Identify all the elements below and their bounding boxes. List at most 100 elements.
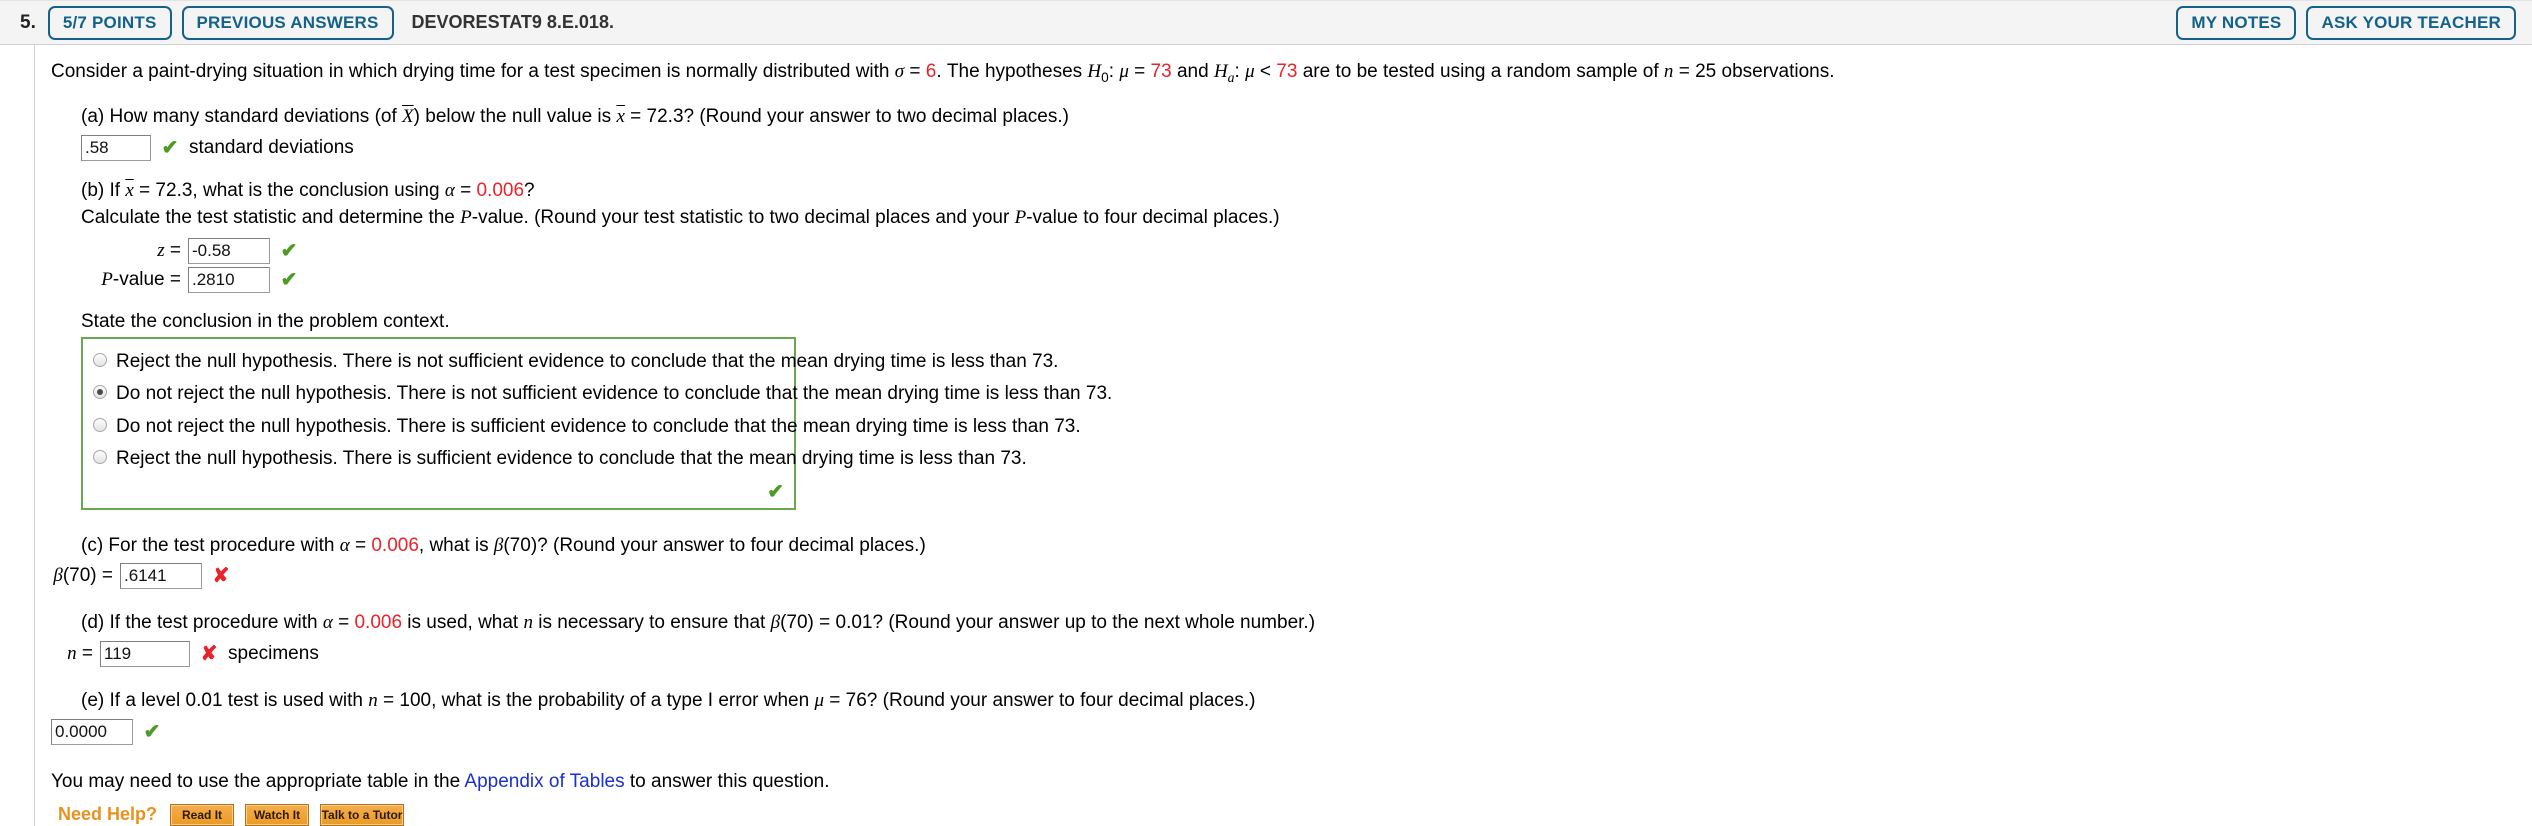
- points-badge[interactable]: 5/7 POINTS: [47, 5, 172, 40]
- part-b-z-input[interactable]: [188, 237, 270, 264]
- part-e-answer-row: ✔: [51, 718, 2532, 745]
- radio-icon-3[interactable]: [93, 417, 107, 432]
- part-e-text-mid: = 100, what is the probability of a type…: [377, 690, 815, 711]
- alpha-value-c: 0.006: [371, 534, 419, 556]
- ha-symbol: H: [1213, 61, 1228, 82]
- part-d-text-pre: (d) If the test procedure with: [81, 612, 323, 634]
- my-notes-button[interactable]: MY NOTES: [2176, 5, 2297, 40]
- sigma-equals: =: [904, 61, 926, 82]
- part-d-unit-label: specimens: [228, 643, 319, 664]
- z-label: z: [157, 239, 165, 261]
- choice-label-1: Reject the null hypothesis. There is not…: [116, 350, 1059, 372]
- p-italic-2: P: [1014, 207, 1027, 229]
- conclusion-choice-box: Reject the null hypothesis. There is not…: [81, 336, 1112, 510]
- part-b-pvalue-input[interactable]: [188, 266, 270, 293]
- problem-text-seg1: Consider a paint-drying situation in whi…: [51, 61, 895, 82]
- part-b-z-correct-icon: ✔: [280, 239, 298, 262]
- part-a-text-pre: (a) How many standard deviations (of: [81, 106, 403, 128]
- n-value: 25: [1695, 61, 1717, 82]
- choice-option-4[interactable]: Reject the null hypothesis. There is suf…: [83, 443, 1027, 476]
- appendix-of-tables-link[interactable]: Appendix of Tables: [464, 771, 624, 792]
- part-e: (e) If a level 0.01 test is used with n …: [51, 687, 2532, 745]
- choice-option-1[interactable]: Reject the null hypothesis. There is not…: [83, 346, 1058, 379]
- choice-label-2: Do not reject the null hypothesis. There…: [116, 383, 1113, 405]
- part-d-answer-row: n = ✘ specimens: [51, 641, 2532, 667]
- part-a-text-post: = 72.3? (Round your answer to two decima…: [624, 106, 1069, 128]
- pvalue-label-rest: -value =: [112, 268, 181, 290]
- part-e-text-post: = 76? (Round your answer to four decimal…: [824, 690, 1256, 711]
- mu-value-1: 73: [1150, 61, 1172, 82]
- x-bar-capital: X: [402, 106, 414, 128]
- need-help-row: Need Help? Read It Watch It Talk to a Tu…: [51, 803, 2532, 826]
- alpha-symbol-b: α: [444, 179, 455, 201]
- part-d-question: (d) If the test procedure with α = 0.006…: [81, 609, 2532, 637]
- part-d-text-mid2: is necessary to ensure that: [532, 612, 771, 634]
- alpha-equals-c: =: [349, 534, 372, 556]
- choice-option-2[interactable]: Do not reject the null hypothesis. There…: [83, 378, 1112, 411]
- appendix-note: You may need to use the appropriate tabl…: [51, 771, 2532, 793]
- alpha-symbol-c: α: [339, 534, 350, 556]
- part-b-line2-b: -value. (Round your test statistic to tw…: [471, 207, 1015, 229]
- need-help-label: Need Help?: [58, 804, 158, 825]
- part-a-question: (a) How many standard deviations (of X) …: [81, 103, 2532, 131]
- appendix-note-pre: You may need to use the appropriate tabl…: [51, 770, 465, 792]
- read-it-button[interactable]: Read It: [170, 803, 235, 826]
- part-a-answer-input[interactable]: [81, 134, 151, 161]
- h0-symbol: H: [1087, 61, 1102, 82]
- choice-label-4: Reject the null hypothesis. There is suf…: [116, 448, 1027, 470]
- alpha-value-b: 0.006: [476, 179, 525, 201]
- alpha-equals-b: =: [454, 179, 477, 201]
- part-b-question-line2: Calculate the test statistic and determi…: [81, 204, 2532, 232]
- choice-option-3[interactable]: Do not reject the null hypothesis. There…: [83, 411, 1081, 444]
- problem-text-seg2: . The hypotheses: [936, 61, 1088, 82]
- p-italic-1: P: [460, 207, 472, 229]
- previous-answers-button[interactable]: PREVIOUS ANSWERS: [181, 5, 394, 40]
- n-symbol-e: n: [368, 690, 378, 711]
- part-b-text-mid: = 72.3, what is the conclusion using: [133, 179, 445, 201]
- part-b: (b) If x = 72.3, what is the conclusion …: [51, 177, 2532, 293]
- conclusion-correct-icon: ✔: [767, 480, 784, 503]
- problem-text-seg3: and: [1171, 61, 1214, 82]
- radio-icon-2[interactable]: [93, 385, 107, 400]
- radio-icon-4[interactable]: [93, 450, 107, 465]
- ha-colon: :: [1234, 61, 1246, 82]
- beta-symbol-c: β: [493, 534, 504, 556]
- mu-symbol-1: μ: [1119, 61, 1129, 82]
- talk-to-a-tutor-button[interactable]: Talk to a Tutor: [320, 803, 405, 826]
- part-b-pvalue-correct-icon: ✔: [280, 268, 298, 291]
- part-b-line2-a: Calculate the test statistic and determi…: [81, 207, 461, 229]
- n-label-d: n: [67, 643, 77, 664]
- part-b-text-pre: (b) If: [81, 179, 126, 201]
- part-e-answer-input[interactable]: [51, 718, 133, 745]
- part-a-correct-icon: ✔: [161, 136, 179, 159]
- problem-text-seg4: are to be tested using a random sample o…: [1297, 61, 1664, 82]
- mu-equals-1: =: [1128, 61, 1151, 82]
- radio-icon-1[interactable]: [93, 352, 107, 367]
- question-content: Consider a paint-drying situation in whi…: [0, 45, 2532, 826]
- part-d-answer-input[interactable]: [100, 641, 190, 667]
- part-a-text-mid: ) below the null value is: [413, 106, 617, 128]
- problem-text-seg5: observations.: [1716, 61, 1835, 82]
- question-body: Consider a paint-drying situation in whi…: [0, 45, 2532, 826]
- mu-symbol-e: μ: [814, 690, 825, 711]
- part-e-question: (e) If a level 0.01 test is used with n …: [81, 687, 2532, 715]
- part-b-question-line1: (b) If x = 72.3, what is the conclusion …: [81, 177, 2532, 205]
- part-e-correct-icon: ✔: [143, 720, 161, 743]
- h0-colon: :: [1108, 61, 1120, 82]
- part-c-text-mid: , what is: [418, 534, 494, 556]
- part-a-unit-label: standard deviations: [189, 136, 354, 158]
- part-a-answer-row: ✔ standard deviations: [81, 134, 2532, 161]
- part-c-question: (c) For the test procedure with α = 0.00…: [81, 532, 2532, 560]
- part-c-answer-input[interactable]: [120, 563, 202, 590]
- n-label-rest-d: =: [76, 643, 93, 664]
- ask-your-teacher-button[interactable]: ASK YOUR TEACHER: [2306, 5, 2516, 40]
- beta-label-c: β: [53, 565, 63, 587]
- watch-it-button[interactable]: Watch It: [245, 803, 310, 826]
- alpha-symbol-d: α: [322, 612, 333, 634]
- question-number: 5.: [20, 11, 36, 33]
- beta-symbol-d: β: [770, 612, 781, 634]
- h0-subscript: 0: [1101, 69, 1109, 85]
- beta-label-rest-c: (70) =: [62, 565, 113, 587]
- part-b-line2-c: -value to four decimal places.): [1026, 207, 1280, 229]
- n-symbol-d: n: [523, 612, 533, 634]
